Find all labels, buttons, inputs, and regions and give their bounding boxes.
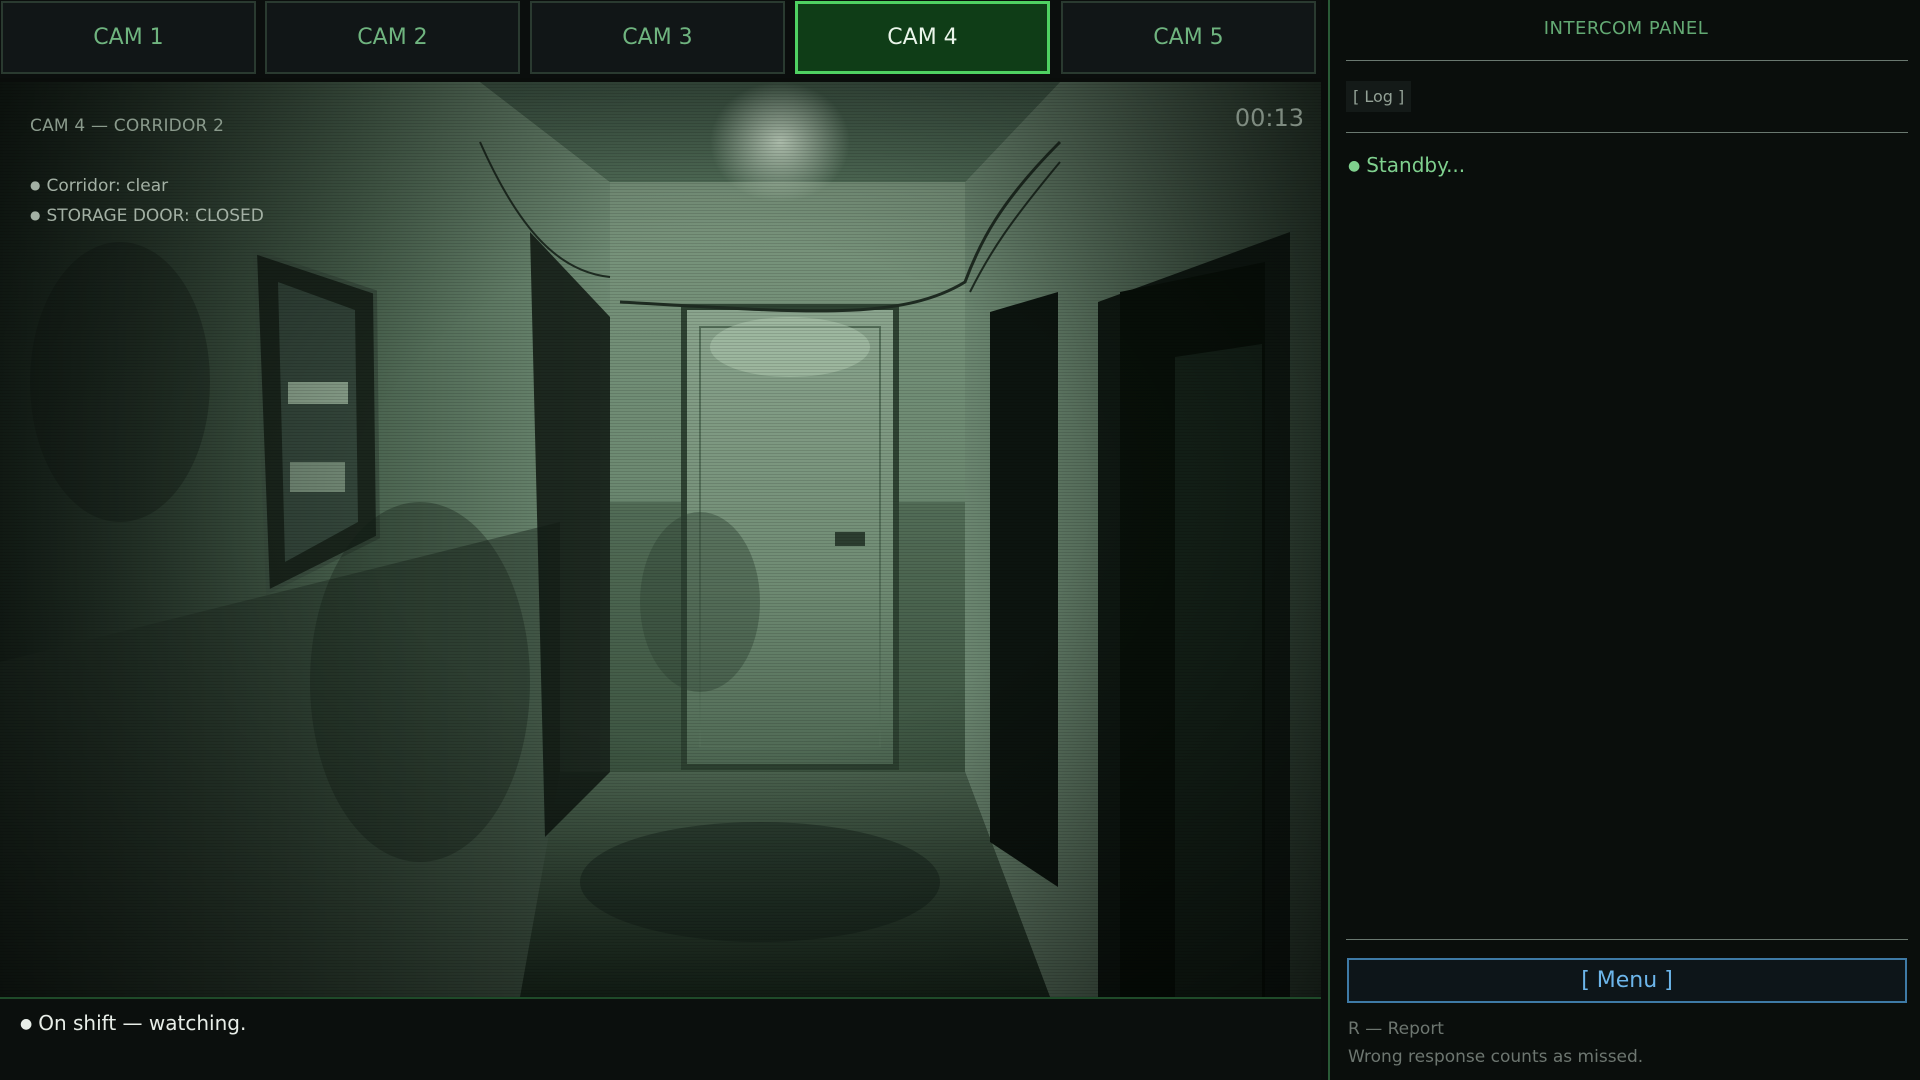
panel-title: INTERCOM PANEL: [1543, 18, 1709, 39]
report-hint: R — Report: [1348, 1019, 1444, 1039]
status-line-corridor-text: Corridor: clear: [46, 176, 169, 196]
bullet-icon: ●: [30, 208, 41, 222]
shift-status-text: On shift — watching.: [38, 1011, 247, 1035]
status-line-corridor: ● Corridor: clear: [30, 176, 168, 196]
status-line-storage-door: ● STORAGE DOOR: CLOSED: [30, 206, 264, 226]
cam-1-tab[interactable]: CAM 1: [1, 1, 256, 74]
bullet-icon: ●: [1348, 158, 1361, 174]
feed-timestamp: 00:13: [1234, 104, 1304, 132]
bottom-status-bar: ● On shift — watching.: [0, 997, 1321, 1080]
divider: [1346, 132, 1908, 133]
intercom-panel: INTERCOM PANEL [ Log ] ● Standby... [ Men…: [1328, 0, 1920, 1080]
log-button[interactable]: [ Log ]: [1346, 81, 1412, 112]
bullet-icon: ●: [20, 1016, 33, 1032]
menu-button[interactable]: [ Menu ]: [1347, 958, 1907, 1003]
intercom-message-text: Standby...: [1366, 153, 1466, 177]
shift-status: ● On shift — watching.: [20, 1011, 246, 1035]
divider: [1346, 939, 1908, 940]
cam-4-tab[interactable]: CAM 4: [795, 1, 1050, 74]
bullet-icon: ●: [30, 178, 41, 192]
divider: [1346, 60, 1908, 61]
cam-5-tab[interactable]: CAM 5: [1061, 1, 1316, 74]
cam-3-tab[interactable]: CAM 3: [530, 1, 785, 74]
missed-hint: Wrong response counts as missed.: [1348, 1047, 1644, 1067]
camera-feed: CAM 4 — CORRIDOR 2 ● Corridor: clear ● STO…: [0, 82, 1321, 997]
cam-2-tab[interactable]: CAM 2: [265, 1, 520, 74]
camera-tab-bar: CAM 1 CAM 2 CAM 3 CAM 4 CAM 5: [0, 0, 1321, 78]
game-screen: CAM 1 CAM 2 CAM 3 CAM 4 CAM 5 CAM 4 — CO…: [0, 0, 1920, 1080]
status-line-storage-door-text: STORAGE DOOR: CLOSED: [46, 206, 264, 226]
intercom-message: ● Standby...: [1348, 153, 1465, 177]
camera-feed-title: CAM 4 — CORRIDOR 2: [30, 116, 225, 136]
